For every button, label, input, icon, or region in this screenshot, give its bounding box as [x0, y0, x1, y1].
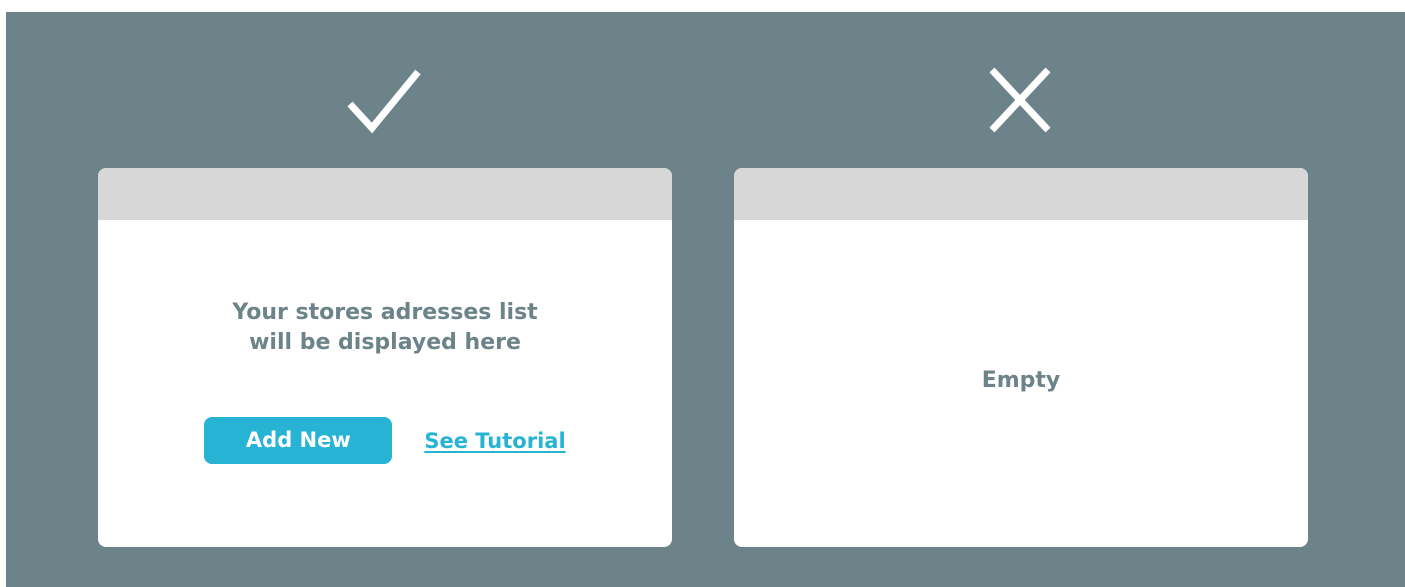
checkmark-icon — [342, 60, 422, 140]
message-line-2: will be displayed here — [249, 330, 521, 355]
comparison-canvas: Your stores adresses list will be displa… — [6, 12, 1405, 587]
empty-label: Empty — [981, 368, 1061, 393]
bad-empty-state-card: Empty — [734, 168, 1308, 547]
card-body: Empty — [734, 220, 1308, 547]
card-header-bar — [98, 168, 672, 220]
card-body: Your stores adresses list will be displa… — [98, 220, 672, 547]
message-line-1: Your stores adresses list — [232, 300, 538, 325]
empty-state-message: Your stores adresses list will be displa… — [98, 298, 672, 358]
add-new-button[interactable]: Add New — [204, 417, 393, 464]
good-empty-state-card: Your stores adresses list will be displa… — [98, 168, 672, 547]
card-header-bar — [734, 168, 1308, 220]
see-tutorial-link[interactable]: See Tutorial — [424, 429, 565, 453]
empty-state-actions: Add New See Tutorial — [98, 417, 672, 464]
cross-icon — [978, 60, 1058, 140]
